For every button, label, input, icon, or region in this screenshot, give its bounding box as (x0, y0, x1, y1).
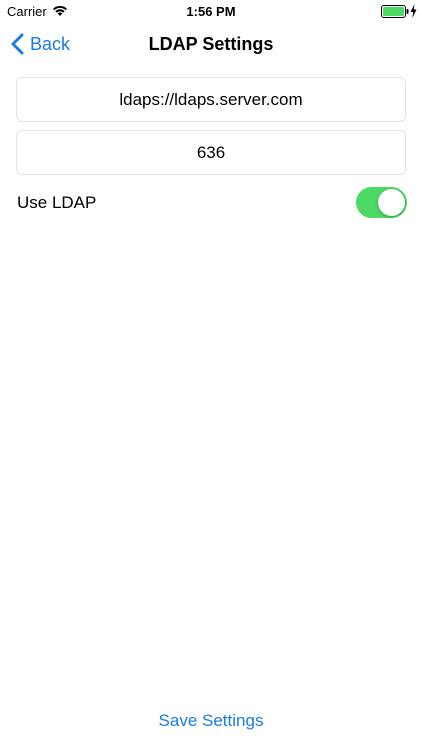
page-title: LDAP Settings (148, 34, 274, 54)
save-settings-button[interactable]: Save Settings (0, 711, 422, 731)
use-ldap-toggle[interactable] (356, 187, 407, 218)
battery-icon (381, 5, 409, 18)
navigation-bar: Back LDAP Settings (0, 22, 422, 66)
port-field[interactable]: 636 (16, 130, 406, 175)
charging-icon (410, 4, 417, 18)
server-url-field[interactable]: ldaps://ldaps.server.com (16, 77, 406, 122)
toggle-knob (378, 189, 405, 216)
use-ldap-label: Use LDAP (17, 193, 97, 212)
use-ldap-row: Use LDAP (0, 184, 422, 222)
clock: 1:56 PM (186, 4, 236, 19)
status-bar: Carrier 1:56 PM (0, 0, 422, 22)
